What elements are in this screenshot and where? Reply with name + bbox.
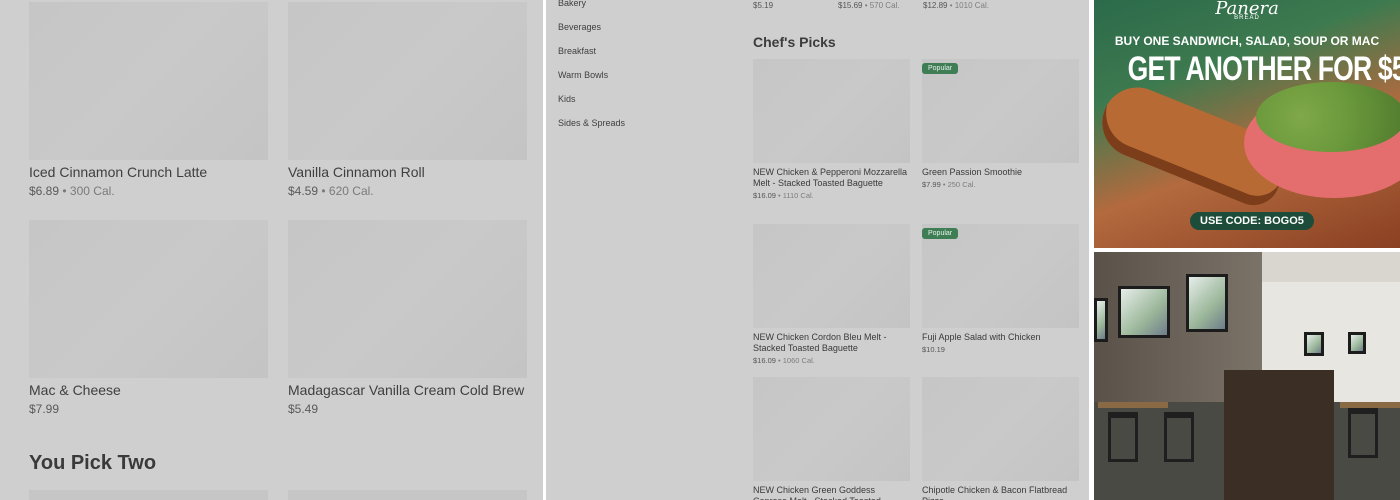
menu-item-card[interactable]: Chipotle Chicken & Bacon Flatbread Pizza — [922, 377, 1079, 500]
promo-ad-banner[interactable]: Panera BREAD BUY ONE SANDWICH, SALAD, SO… — [1094, 0, 1400, 248]
trash-station — [1224, 370, 1334, 500]
promo-code-badge: USE CODE: BOGO5 — [1190, 212, 1314, 230]
item-price: $16.09 — [753, 356, 776, 365]
item-image-placeholder[interactable] — [288, 490, 527, 500]
category-link-warm-bowls[interactable]: Warm Bowls — [558, 70, 608, 80]
item-name[interactable]: Fuji Apple Salad with Chicken — [922, 332, 1079, 343]
item-name[interactable]: Chipotle Chicken & Bacon Flatbread Pizza — [922, 485, 1079, 500]
item-price: $4.59 — [288, 184, 319, 198]
category-link-beverages[interactable]: Beverages — [558, 22, 601, 32]
item-price-calories: $16.09 • 1110 Cal. — [753, 191, 814, 200]
item-name[interactable]: Madagascar Vanilla Cream Cold Brew — [288, 382, 527, 398]
category-link-breakfast[interactable]: Breakfast — [558, 46, 596, 56]
wall-art-frame — [1094, 298, 1108, 342]
wall-art-frame — [1118, 286, 1170, 338]
wall-art-frame — [1304, 332, 1324, 356]
item-price-calories: $7.99 • 250 Cal. — [922, 180, 976, 189]
item-image-placeholder[interactable] — [753, 224, 910, 328]
item-price: $15.69 — [838, 1, 863, 10]
chair — [1348, 408, 1378, 458]
category-link-kids[interactable]: Kids — [558, 94, 576, 104]
item-price: $5.49 — [288, 402, 319, 416]
item-calories: 620 Cal. — [328, 184, 374, 198]
restaurant-interior-photo — [1094, 252, 1400, 500]
menu-panel-middle: Bakery Beverages Breakfast Warm Bowls Ki… — [546, 0, 1089, 500]
menu-item-card[interactable]: NEW Chicken Cordon Bleu Melt - Stacked T… — [753, 224, 910, 365]
ad-headline: BUY ONE SANDWICH, SALAD, SOUP OR MAC — [1114, 34, 1380, 48]
category-link-sides-spreads[interactable]: Sides & Spreads — [558, 118, 625, 128]
item-image-placeholder[interactable] — [29, 490, 268, 500]
wall-art-frame — [1186, 274, 1228, 332]
item-calories: 250 Cal. — [947, 180, 976, 189]
item-image-placeholder[interactable] — [753, 377, 910, 481]
item-name[interactable]: Green Passion Smoothie — [922, 167, 1079, 178]
item-image-placeholder[interactable] — [29, 2, 268, 160]
brand-logo-sub: BREAD — [1234, 15, 1260, 21]
chair — [1164, 412, 1194, 462]
menu-item-card[interactable]: Iced Cinnamon Crunch Latte $6.89 • 300 C… — [29, 2, 268, 198]
chair — [1108, 412, 1138, 462]
item-name[interactable]: NEW Chicken & Pepperoni Mozzarella Melt … — [753, 167, 910, 189]
item-image-placeholder[interactable] — [922, 377, 1079, 481]
item-price-calories: $16.09 • 1060 Cal. — [753, 356, 815, 365]
item-price: $7.99 — [29, 402, 60, 416]
item-calories: 1010 Cal. — [954, 1, 989, 10]
item-calories: 570 Cal. — [869, 1, 900, 10]
item-price: $12.89 — [923, 1, 948, 10]
item-price: $10.19 — [922, 345, 945, 354]
table — [1098, 402, 1168, 408]
item-calories: 1110 Cal. — [782, 191, 814, 200]
item-image-placeholder[interactable] — [288, 220, 527, 378]
item-name[interactable]: NEW Chicken Cordon Bleu Melt - Stacked T… — [753, 332, 910, 354]
item-calories: 300 Cal. — [69, 184, 115, 198]
ad-offer: GET ANOTHER FOR $5* — [1127, 50, 1400, 88]
screen: Iced Cinnamon Crunch Latte $6.89 • 300 C… — [0, 0, 1400, 500]
section-title: Chef's Picks — [753, 34, 836, 50]
item-price-calories: $12.89 • 1010 Cal. — [923, 1, 989, 10]
section-title: You Pick Two — [29, 452, 157, 474]
menu-item-card[interactable]: NEW Chicken Green Goddess Caprese Melt -… — [753, 377, 910, 500]
item-price: $7.99 — [922, 180, 941, 189]
item-calories: 1060 Cal. — [782, 356, 815, 365]
wall-art-frame — [1348, 332, 1366, 354]
category-link-bakery[interactable]: Bakery — [558, 0, 586, 8]
salad-greens-image — [1256, 82, 1400, 152]
item-image-placeholder[interactable]: Popular — [922, 59, 1079, 163]
item-price: $16.09 — [753, 191, 776, 200]
item-price: $5.19 — [753, 1, 774, 10]
item-image-placeholder[interactable] — [29, 220, 268, 378]
menu-item-card[interactable]: Popular Fuji Apple Salad with Chicken $1… — [922, 224, 1079, 354]
item-name[interactable]: NEW Chicken Green Goddess Caprese Melt -… — [753, 485, 910, 500]
item-price-calories: $15.69 • 570 Cal. — [838, 1, 900, 10]
popular-badge: Popular — [922, 63, 959, 74]
item-name[interactable]: Iced Cinnamon Crunch Latte — [29, 164, 268, 180]
menu-item-card[interactable]: Mac & Cheese $7.99 — [29, 220, 268, 416]
item-image-placeholder[interactable] — [288, 2, 527, 160]
menu-panel-left: Iced Cinnamon Crunch Latte $6.89 • 300 C… — [0, 0, 543, 500]
item-price-calories: $6.89 • 300 Cal. — [29, 184, 115, 198]
item-name[interactable]: Mac & Cheese — [29, 382, 268, 398]
item-image-placeholder[interactable]: Popular — [922, 224, 1079, 328]
item-price-calories: $4.59 • 620 Cal. — [288, 184, 374, 198]
menu-item-card[interactable]: NEW Chicken & Pepperoni Mozzarella Melt … — [753, 59, 910, 200]
item-name[interactable]: Vanilla Cinnamon Roll — [288, 164, 527, 180]
menu-item-card[interactable]: Popular Green Passion Smoothie $7.99 • 2… — [922, 59, 1079, 189]
item-price: $6.89 — [29, 184, 60, 198]
menu-item-card[interactable]: Vanilla Cinnamon Roll $4.59 • 620 Cal. — [288, 2, 527, 198]
menu-item-card[interactable]: Madagascar Vanilla Cream Cold Brew $5.49 — [288, 220, 527, 416]
popular-badge: Popular — [922, 228, 959, 239]
item-image-placeholder[interactable] — [753, 59, 910, 163]
